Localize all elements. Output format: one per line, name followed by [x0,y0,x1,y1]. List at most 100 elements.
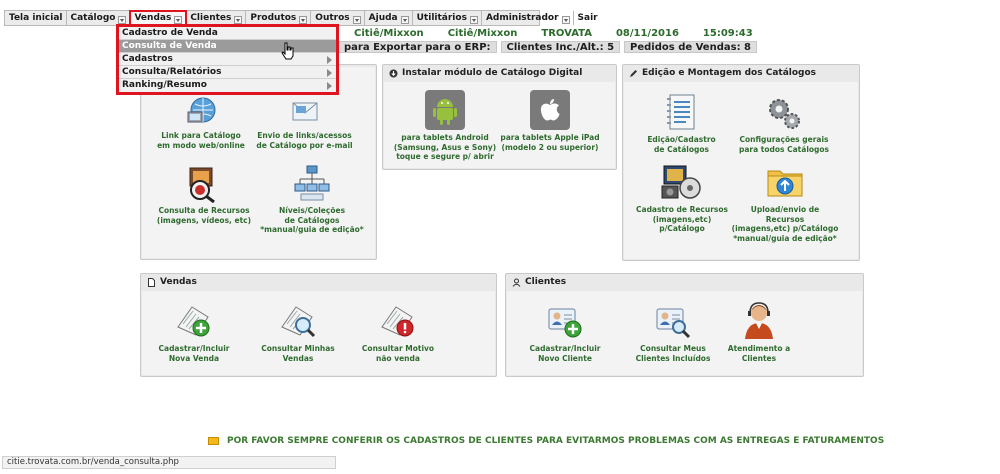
tile-link-catalogo[interactable]: Link para Catálogo em modo web/online [156,94,246,150]
tile-consultar-vendas[interactable]: Consultar Minhas Vendas [254,301,342,363]
panel-title-text: Edição e Montagem dos Catálogos [642,68,817,78]
menu-tela-inicial[interactable]: Tela inicial [5,11,67,25]
dropdown-label: Cadastros [122,54,173,64]
tile-text: de Catálogo por e-mail [256,140,353,150]
chevron-down-icon [174,16,183,24]
apple-icon [530,90,570,130]
clients-notice: POR FAVOR SEMPRE CONFERIR OS CADASTROS D… [208,436,884,446]
menu-vendas[interactable]: Vendas [129,10,188,26]
vendas-dropdown-menu: Cadastro de Venda Consulta de Venda Cada… [116,24,339,95]
tile-text: Atendimento a [727,344,791,353]
orders-counter[interactable]: Pedidos de Vendas: 8 [624,41,758,53]
tile-text: (modelo 2 ou superior) [501,142,599,152]
tile-text: (imagens, vídeos, etc) [156,215,252,225]
menu-produtos[interactable]: Produtos [246,11,312,25]
chevron-down-icon [561,16,570,24]
tile-apple[interactable]: para tablets Apple iPad (modelo 2 ou sup… [492,90,608,152]
menu-catalogo[interactable]: Catálogo [67,11,131,25]
dropdown-item-cadastro-venda[interactable]: Cadastro de Venda [119,27,336,40]
menu-administrador[interactable]: Administrador [482,11,574,25]
media-search-icon [189,167,215,203]
search-sales-icon [281,306,316,338]
document-icon [147,277,156,287]
tile-atendimento[interactable]: Atendimento a Clientes [717,299,801,363]
tile-text: *manual/guia de edição* [260,225,364,234]
menu-clientes[interactable]: Clientes [186,11,247,25]
dropdown-item-consulta-relatorios[interactable]: Consulta/Relatórios [119,66,336,79]
tile-text: Clientes [741,353,777,363]
chevron-down-icon [352,16,361,24]
panel-title: Clientes [506,274,863,290]
catalog-editing-panel: Edição e Montagem dos Catálogos Edição/C… [622,64,860,261]
menu-label: Produtos [250,13,297,23]
chevron-right-icon [327,82,332,90]
tile-envio-links[interactable]: Envio de links/acessos de Catálogo por e… [252,94,357,150]
tile-android[interactable]: para tablets Android (Samsung, Asus e So… [390,90,500,162]
tile-text: Cadastrar/Incluir [529,344,601,353]
tile-text: Cadastro de Recursos [636,205,728,214]
chevron-down-icon [299,16,308,24]
menu-label: Clientes [190,13,232,23]
alert-sales-icon [381,306,414,337]
menu-sair[interactable]: Sair [574,11,601,25]
clients-counter[interactable]: Clientes Inc./Alt.: 5 [500,41,621,53]
tile-text: (Samsung, Asus e Sony) [393,142,497,152]
tile-consulta-recursos[interactable]: Consulta de Recursos (imagens, vídeos, e… [154,163,254,225]
menu-label: Outros [315,13,350,23]
dropdown-label: Ranking/Resumo [122,80,207,90]
dropdown-item-consulta-venda[interactable]: Consulta de Venda [119,40,336,53]
tile-text: *manual/guia de edição* [733,233,837,243]
add-sale-icon [177,306,210,337]
tile-cadastro-recursos[interactable]: Cadastro de Recursos (imagens,etc) p/Cat… [630,162,734,234]
upload-folder-icon [767,170,803,197]
tile-consultar-clientes[interactable]: Consultar Meus Clientes Incluídos [625,301,721,363]
tile-edicao-cadastro[interactable]: Edição/Cadastro de Catálogos [634,92,729,154]
tile-text: para todos Catálogos [738,144,830,154]
tile-text: (imagens,etc) p/Catálogo [652,214,712,234]
tile-text: Upload/envio de [750,205,820,214]
pending-counters: para Exportar para o ERP: Clientes Inc./… [338,41,761,53]
menu-label: Vendas [134,13,172,23]
dropdown-item-ranking-resumo[interactable]: Ranking/Resumo [119,79,336,92]
menu-outros[interactable]: Outros [311,11,365,25]
tile-motivo-nao-venda[interactable]: Consultar Motivo não venda [354,301,442,363]
menu-label: Administrador [485,13,559,23]
tile-text: Consultar Minhas [261,344,335,353]
envelope-icon [208,437,219,445]
menu-ajuda[interactable]: Ajuda [365,11,413,25]
status-url: citie.trovata.com.br/venda_consulta.php [7,457,179,467]
catalog-edit-icon [666,94,694,130]
export-counter[interactable]: para Exportar para o ERP: [338,41,497,53]
current-date: 08/11/2016 [615,28,679,39]
menu-utilitarios[interactable]: Utilitários [413,11,482,25]
notice-text: POR FAVOR SEMPRE CONFERIR OS CADASTROS D… [227,436,885,446]
tile-upload-recursos[interactable]: Upload/envio de Recursos (imagens,etc) p… [730,162,840,243]
company-name-2: Citiê/Mixxon [447,28,518,39]
company-name: Citiê/Mixxon [354,28,424,39]
dropdown-label: Consulta/Relatórios [122,67,222,77]
tile-text: Níveis/Coleções [278,206,346,215]
tile-text: Vendas [282,353,314,363]
tile-text: Configurações gerais [739,135,829,144]
tile-text: de Catálogos [654,144,709,154]
clients-panel-body: Cadastrar/Incluir Novo Cliente Consultar… [507,291,862,375]
dropdown-label: Consulta de Venda [122,41,217,51]
download-icon [389,69,398,78]
tile-niveis-colecoes[interactable]: Níveis/Coleções de Catálogos *manual/gui… [257,163,367,235]
panel-title: Edição e Montagem dos Catálogos [623,65,859,81]
dropdown-item-cadastros[interactable]: Cadastros [119,53,336,66]
pencil-icon [629,69,638,78]
tile-text: toque e segure p/ abrir [396,152,494,161]
gears-icon [769,99,800,129]
panel-title-text: Vendas [160,277,197,287]
tile-cadastrar-cliente[interactable]: Cadastrar/Incluir Novo Cliente [519,301,611,363]
web-link-icon [187,97,216,123]
menu-label: Utilitários [416,13,467,23]
search-clients-icon [656,308,691,339]
current-time: 15:09:43 [702,28,753,39]
tile-text: Recursos [765,214,805,224]
tile-text: Consulta de Recursos [158,206,250,215]
tile-configuracoes[interactable]: Configurações gerais para todos Catálogo… [732,92,836,154]
tile-cadastrar-venda[interactable]: Cadastrar/Incluir Nova Venda [150,301,238,363]
tile-text: não venda [376,353,420,363]
